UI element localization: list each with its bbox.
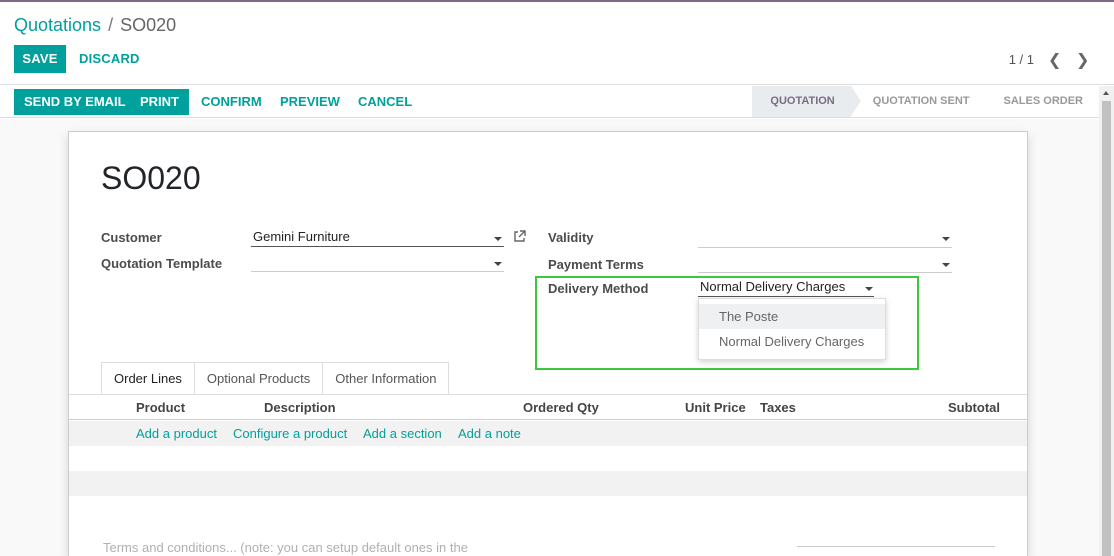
dropdown-option-normal-delivery-charges[interactable]: Normal Delivery Charges: [699, 329, 885, 354]
confirm-button[interactable]: CONFIRM: [201, 89, 262, 115]
column-description[interactable]: Description: [264, 395, 336, 420]
tab-other-information[interactable]: Other Information: [322, 362, 450, 394]
send-by-email-button[interactable]: SEND BY EMAIL: [14, 89, 136, 115]
payment-terms-dropdown-icon[interactable]: [942, 263, 950, 267]
status-bar: SEND BY EMAIL PRINT CONFIRM PREVIEW CANC…: [0, 86, 1099, 118]
add-note-link[interactable]: Add a note: [458, 421, 521, 446]
column-ordered-qty[interactable]: Ordered Qty: [523, 395, 599, 420]
quotation-template-field[interactable]: [251, 252, 504, 272]
validity-label: Validity: [548, 230, 594, 245]
configure-product-link[interactable]: Configure a product: [233, 421, 347, 446]
breadcrumb: Quotations / SO020: [14, 15, 176, 36]
tab-order-lines[interactable]: Order Lines: [101, 362, 195, 394]
column-taxes[interactable]: Taxes: [760, 395, 796, 420]
delivery-method-label: Delivery Method: [548, 281, 649, 296]
preview-button[interactable]: PREVIEW: [280, 89, 340, 115]
delivery-method-field[interactable]: Normal Delivery Charges: [698, 277, 874, 297]
column-unit-price[interactable]: Unit Price: [685, 395, 746, 420]
notebook-tabs: Order Lines Optional Products Other Info…: [101, 362, 450, 394]
table-row: [69, 471, 1027, 496]
stage-quotation[interactable]: QUOTATION: [752, 86, 862, 117]
print-button[interactable]: PRINT: [130, 89, 189, 115]
customer-dropdown-icon[interactable]: [494, 237, 502, 241]
breadcrumb-current: SO020: [120, 15, 177, 35]
column-product[interactable]: Product: [136, 395, 185, 420]
breadcrumb-separator: /: [108, 15, 114, 35]
chevron-left-icon[interactable]: ❮: [1048, 50, 1061, 70]
pager-value[interactable]: 1 / 1: [1009, 52, 1034, 67]
scrollbar[interactable]: [1099, 86, 1114, 556]
page-title: SO020: [101, 160, 201, 196]
customer-label: Customer: [101, 230, 162, 245]
quotation-template-dropdown-icon[interactable]: [494, 262, 502, 266]
chevron-right-icon[interactable]: ❯: [1076, 50, 1089, 70]
discard-button[interactable]: DISCARD: [79, 45, 140, 73]
delivery-method-dropdown-icon[interactable]: [865, 287, 873, 291]
quotation-template-label: Quotation Template: [101, 256, 223, 271]
terms-and-conditions-field[interactable]: Terms and conditions... (note: you can s…: [103, 540, 468, 555]
stage-quotation-sent[interactable]: QUOTATION SENT: [851, 86, 986, 117]
add-line-row: Add a product Configure a product Add a …: [69, 421, 1027, 446]
add-section-link[interactable]: Add a section: [363, 421, 442, 446]
add-product-link[interactable]: Add a product: [136, 421, 217, 446]
breadcrumb-quotations-link[interactable]: Quotations: [14, 15, 101, 35]
cancel-button[interactable]: CANCEL: [358, 89, 412, 115]
stage-sales-order[interactable]: SALES ORDER: [986, 86, 1099, 117]
dropdown-option-the-poste[interactable]: The Poste: [699, 304, 885, 329]
order-lines-header: Product Description Ordered Qty Unit Pri…: [69, 395, 1027, 420]
external-link-icon[interactable]: [513, 230, 526, 243]
save-button[interactable]: SAVE: [14, 45, 66, 73]
payment-terms-label: Payment Terms: [548, 257, 644, 272]
validity-field[interactable]: [698, 228, 952, 248]
stage-pipeline: QUOTATION QUOTATION SENT SALES ORDER: [752, 86, 1099, 117]
totals-divider: [797, 546, 995, 547]
control-panel: Quotations / SO020 SAVE DISCARD 1 / 1 ❮ ❯: [0, 2, 1114, 85]
scrollbar-thumb[interactable]: [1102, 101, 1111, 556]
column-subtotal[interactable]: Subtotal: [948, 395, 1000, 420]
tab-optional-products[interactable]: Optional Products: [193, 362, 324, 394]
scroll-up-arrow-icon[interactable]: [1103, 91, 1109, 95]
delivery-method-dropdown: The Poste Normal Delivery Charges: [698, 298, 886, 360]
payment-terms-field[interactable]: [698, 253, 952, 273]
customer-field[interactable]: Gemini Furniture: [251, 227, 504, 247]
validity-dropdown-icon[interactable]: [942, 237, 950, 241]
